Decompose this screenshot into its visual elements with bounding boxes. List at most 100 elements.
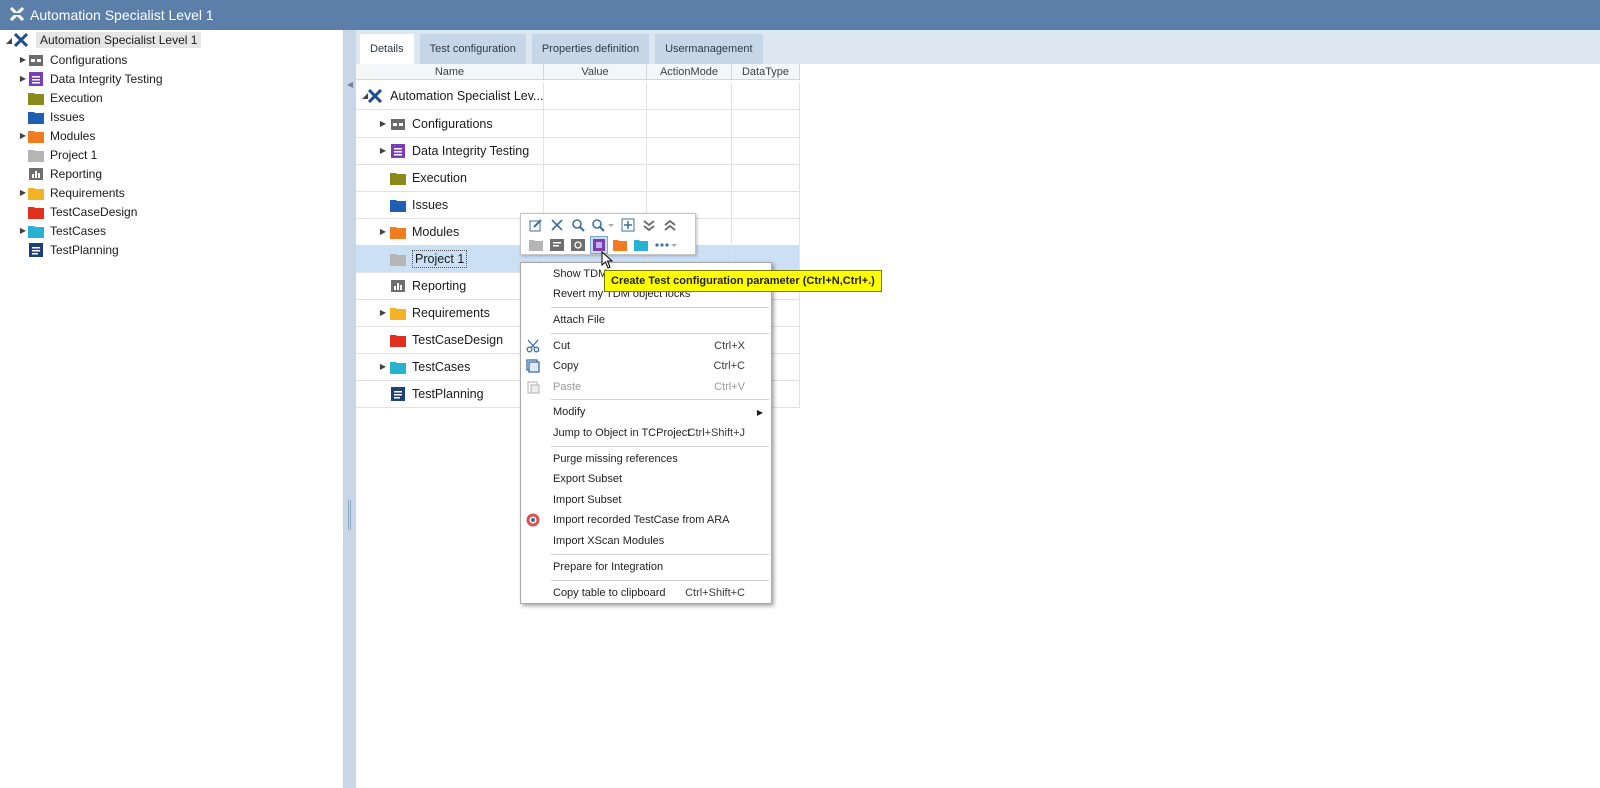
menu-item-import-subset[interactable]: Import Subset bbox=[521, 490, 771, 510]
menu-item-modify[interactable]: Modify ▶ bbox=[521, 402, 771, 422]
tab-details[interactable]: Details bbox=[360, 34, 414, 64]
column-header-actionmode[interactable]: ActionMode bbox=[647, 64, 732, 80]
tab-usermanagement[interactable]: Usermanagement bbox=[655, 34, 763, 64]
datatype-cell[interactable] bbox=[732, 191, 800, 219]
actionmode-cell[interactable] bbox=[647, 110, 732, 138]
expand-all-icon[interactable] bbox=[640, 216, 658, 234]
grid-row-label: TestCaseDesign bbox=[412, 332, 504, 347]
tree-item-testcases[interactable]: ▶ TestCases bbox=[18, 221, 340, 240]
tab-test-configuration[interactable]: Test configuration bbox=[419, 34, 526, 64]
expand-arrow-icon[interactable]: ▶ bbox=[18, 183, 28, 202]
expand-arrow-icon[interactable]: ▶ bbox=[376, 308, 390, 317]
value-cell[interactable] bbox=[544, 137, 647, 165]
grey-folder-icon[interactable] bbox=[527, 236, 545, 254]
reporting-icon bbox=[28, 167, 44, 181]
tree-item-label: TestCases bbox=[50, 223, 107, 238]
expand-arrow-icon[interactable]: ▶ bbox=[376, 362, 390, 371]
grid-row-configurations[interactable]: ▶ Configurations bbox=[356, 110, 800, 138]
menu-separator bbox=[551, 580, 769, 581]
datatype-cell[interactable] bbox=[732, 164, 800, 192]
actionmode-cell[interactable] bbox=[647, 164, 732, 192]
collapse-arrow-icon[interactable]: ◢ bbox=[4, 31, 14, 50]
grid-row-data-integrity-testing[interactable]: ▶ Data Integrity Testing bbox=[356, 137, 800, 165]
edit-icon[interactable] bbox=[527, 216, 545, 234]
column-header-value[interactable]: Value bbox=[544, 64, 647, 80]
tree-item-data-integrity-testing[interactable]: ▶ Data Integrity Testing bbox=[18, 69, 340, 88]
expand-arrow-icon[interactable]: ▶ bbox=[18, 221, 28, 240]
grid-root-row[interactable]: ◢ Automation Specialist Lev... bbox=[356, 82, 800, 110]
grid-row-label: TestCases bbox=[412, 359, 471, 374]
tosca-project-icon bbox=[368, 88, 384, 103]
add-icon[interactable] bbox=[619, 216, 637, 234]
datatype-cell[interactable] bbox=[732, 82, 800, 110]
value-cell[interactable] bbox=[544, 110, 647, 138]
menu-item-prepare-for-integration[interactable]: Prepare for Integration bbox=[521, 557, 771, 577]
menu-item-purge-missing-references[interactable]: Purge missing references bbox=[521, 449, 771, 469]
expand-arrow-icon[interactable]: ▶ bbox=[18, 50, 28, 69]
search-advanced-icon[interactable] bbox=[590, 216, 616, 234]
expand-arrow-icon[interactable]: ▶ bbox=[376, 119, 390, 128]
testcases-folder-icon bbox=[28, 224, 44, 238]
tree-item-issues[interactable]: Issues bbox=[18, 107, 340, 126]
panel-splitter[interactable]: ◀ bbox=[344, 30, 356, 788]
splitter-grip[interactable] bbox=[348, 500, 351, 530]
datatype-cell[interactable] bbox=[732, 137, 800, 165]
tab-properties-definition[interactable]: Properties definition bbox=[531, 34, 650, 64]
menu-item-jump-to-object[interactable]: Jump to Object in TCProject Ctrl+Shift+J bbox=[521, 423, 771, 443]
expand-arrow-icon[interactable]: ▶ bbox=[18, 126, 28, 145]
search-icon[interactable] bbox=[569, 216, 587, 234]
tree-item-testplanning[interactable]: TestPlanning bbox=[18, 240, 340, 259]
column-header-datatype[interactable]: DataType bbox=[732, 64, 800, 80]
tree-item-execution[interactable]: Execution bbox=[18, 88, 340, 107]
datatype-cell[interactable] bbox=[732, 218, 800, 246]
project-folder-icon bbox=[390, 252, 406, 266]
ara-icon bbox=[525, 512, 541, 528]
menu-item-copy[interactable]: Copy Ctrl+C bbox=[521, 356, 771, 376]
menu-item-export-subset[interactable]: Export Subset bbox=[521, 469, 771, 489]
actionmode-cell[interactable] bbox=[647, 82, 732, 110]
menu-item-import-xscan-modules[interactable]: Import XScan Modules bbox=[521, 531, 771, 551]
datatype-cell[interactable] bbox=[732, 110, 800, 138]
grid-row-label: Modules bbox=[412, 224, 460, 239]
value-cell[interactable] bbox=[544, 82, 647, 110]
grid-row-label: TestPlanning bbox=[412, 386, 484, 401]
grid-root-label: Automation Specialist Lev... bbox=[390, 88, 544, 103]
chevron-left-icon[interactable]: ◀ bbox=[347, 80, 353, 89]
tree-item-configurations[interactable]: ▶ Configurations bbox=[18, 50, 340, 69]
menu-item-import-recorded-testcase[interactable]: Import recorded TestCase from ARA bbox=[521, 510, 771, 530]
more-icon[interactable] bbox=[653, 236, 679, 254]
collapse-all-icon[interactable] bbox=[661, 216, 679, 234]
actionmode-cell[interactable] bbox=[647, 137, 732, 165]
test-config-icon[interactable] bbox=[548, 236, 566, 254]
menu-item-cut[interactable]: Cut Ctrl+X bbox=[521, 336, 771, 356]
tosca-project-icon bbox=[13, 32, 30, 48]
search-folder-icon[interactable] bbox=[569, 236, 587, 254]
menu-separator bbox=[551, 307, 769, 308]
tree-item-label: Data Integrity Testing bbox=[50, 71, 163, 86]
modules-folder-icon bbox=[28, 129, 44, 143]
menu-item-paste[interactable]: Paste Ctrl+V bbox=[521, 377, 771, 397]
menu-item-attach-file[interactable]: Attach File bbox=[521, 310, 771, 330]
tree-item-label: TestCaseDesign bbox=[50, 204, 138, 219]
column-header-name[interactable]: Name bbox=[356, 64, 544, 80]
expand-arrow-icon[interactable]: ▶ bbox=[376, 227, 390, 236]
requirements-folder-icon bbox=[28, 186, 44, 200]
expand-arrow-icon[interactable]: ▶ bbox=[376, 146, 390, 155]
menu-item-copy-table-to-clipboard[interactable]: Copy table to clipboard Ctrl+Shift+C bbox=[521, 583, 771, 603]
issues-folder-icon bbox=[390, 198, 406, 212]
tree-item-reporting[interactable]: Reporting bbox=[18, 164, 340, 183]
teal-folder-icon[interactable] bbox=[632, 236, 650, 254]
testplanning-icon bbox=[390, 386, 406, 401]
tree-root[interactable]: ◢ Automation Specialist Level 1 bbox=[4, 30, 340, 50]
tree-item-project-1[interactable]: Project 1 bbox=[18, 145, 340, 164]
grid-row-label: Configurations bbox=[412, 116, 493, 131]
tree-item-testcasedesign[interactable]: TestCaseDesign bbox=[18, 202, 340, 221]
value-cell[interactable] bbox=[544, 164, 647, 192]
tree-item-modules[interactable]: ▶ Modules bbox=[18, 126, 340, 145]
expand-arrow-icon[interactable]: ▶ bbox=[18, 69, 28, 88]
delete-icon[interactable] bbox=[548, 216, 566, 234]
grid-row-execution[interactable]: Execution bbox=[356, 164, 800, 192]
requirements-folder-icon bbox=[390, 306, 406, 320]
tree-item-requirements[interactable]: ▶ Requirements bbox=[18, 183, 340, 202]
window-title: Automation Specialist Level 1 bbox=[30, 7, 214, 23]
